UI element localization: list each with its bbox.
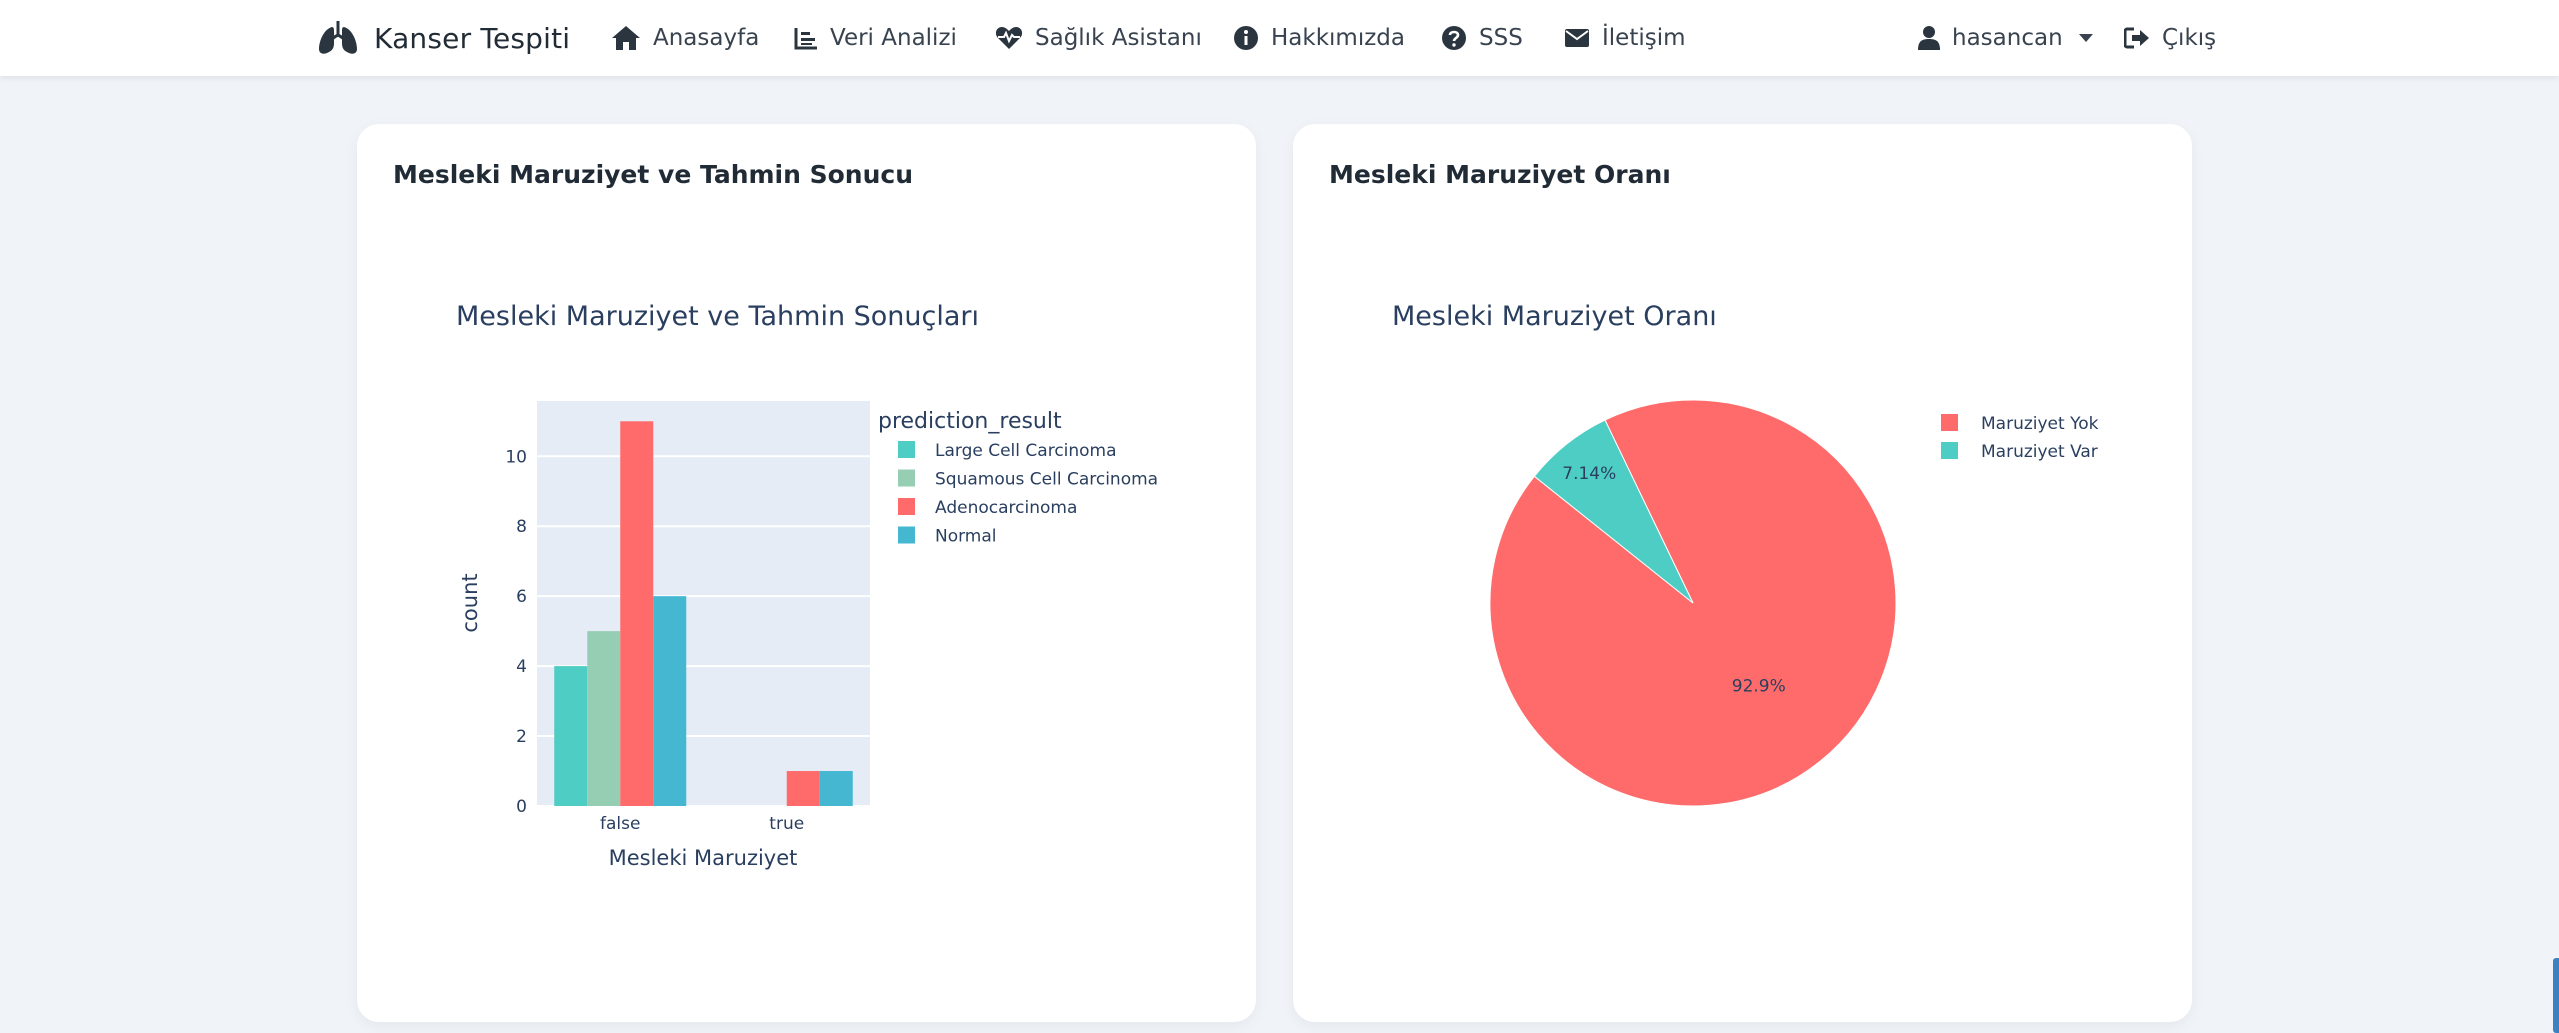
logout-link[interactable]: Çıkış (2124, 16, 2216, 60)
nav-link-saglik-asistani[interactable]: Sağlık Asistanı (995, 16, 1202, 60)
bar[interactable] (554, 666, 588, 806)
legend-item[interactable]: Maruziyet Yok (1981, 414, 2099, 434)
user-icon (1918, 26, 1940, 50)
heart-pulse-icon (995, 26, 1023, 50)
y-tick-label: 10 (505, 447, 527, 467)
nav-link-label: Anasayfa (653, 25, 760, 51)
logout-label: Çıkış (2162, 25, 2217, 51)
nav-link-label: Veri Analizi (830, 25, 957, 51)
legend-swatch (898, 526, 915, 544)
legend-swatch (898, 441, 915, 458)
y-tick-label: 4 (516, 657, 527, 677)
envelope-icon (1564, 28, 1590, 48)
x-tick-label: false (600, 814, 640, 834)
brand[interactable]: Kanser Tespiti (318, 16, 570, 60)
exposure-pie-card: Mesleki Maruziyet Oranı Mesleki Maruziye… (1293, 124, 2192, 1022)
legend-swatch (1941, 414, 1958, 431)
y-tick-label: 6 (516, 587, 527, 607)
navbar: Kanser Tespiti Anasayfa Veri Analizi Sağ… (0, 0, 2559, 76)
nav-link-label: İletişim (1602, 25, 1686, 51)
question-circle-icon (1441, 25, 1467, 51)
y-axis-title: count (458, 573, 482, 632)
legend: Maruziyet Yok Maruziyet Var (1941, 414, 2099, 462)
brand-title: Kanser Tespiti (374, 21, 571, 55)
nav-link-veri-analizi[interactable]: Veri Analizi (794, 16, 957, 60)
y-tick-label: 0 (516, 797, 527, 817)
slice-label: 7.14% (1562, 464, 1616, 484)
user-dropdown[interactable]: hasancan (1918, 16, 2093, 60)
username-label: hasancan (1952, 25, 2063, 51)
lungs-icon (318, 21, 358, 55)
legend: prediction_result Large Cell Carcinoma Sq… (878, 409, 1158, 547)
bar-chart: Mesleki Maruziyet ve Tahmin Sonuçları 0 2… (456, 301, 1158, 870)
legend-item[interactable]: Maruziyet Var (1981, 442, 2098, 462)
legend-title: prediction_result (878, 409, 1062, 434)
nav-link-label: Hakkımızda (1271, 25, 1405, 51)
bar[interactable] (587, 631, 621, 806)
legend-swatch (1941, 442, 1958, 459)
chart-area-icon (794, 26, 818, 50)
nav-link-label: Sağlık Asistanı (1035, 25, 1202, 51)
info-circle-icon (1233, 25, 1259, 51)
legend-item[interactable]: Large Cell Carcinoma (935, 441, 1117, 461)
nav-link-sss[interactable]: SSS (1441, 16, 1523, 60)
bar[interactable] (653, 596, 687, 806)
caret-down-icon (2078, 34, 2093, 42)
x-tick-label: true (769, 814, 804, 834)
nav-link-hakkimizda[interactable]: Hakkımızda (1233, 16, 1405, 60)
chart-title: Mesleki Maruziyet Oranı (1392, 301, 1717, 332)
legend-item[interactable]: Adenocarcinoma (935, 498, 1077, 518)
legend-swatch (898, 469, 915, 487)
nav-link-iletisim[interactable]: İletişim (1564, 16, 1686, 60)
bar[interactable] (620, 421, 654, 806)
exposure-bar-card: Mesleki Maruziyet ve Tahmin Sonucu Mesle… (357, 124, 1256, 1022)
y-tick-label: 2 (516, 727, 527, 747)
sign-out-icon (2124, 27, 2150, 49)
legend-swatch (898, 498, 915, 515)
legend-item[interactable]: Squamous Cell Carcinoma (935, 470, 1158, 490)
slice-label: 92.9% (1732, 677, 1786, 697)
y-tick-label: 8 (516, 517, 527, 537)
bar[interactable] (819, 771, 853, 806)
chart-title: Mesleki Maruziyet ve Tahmin Sonuçları (456, 301, 979, 332)
x-axis-title: Mesleki Maruziyet (609, 846, 798, 870)
nav-link-label: SSS (1479, 25, 1523, 51)
bar[interactable] (786, 771, 820, 806)
home-icon (611, 25, 641, 51)
nav-link-anasayfa[interactable]: Anasayfa (611, 16, 759, 60)
scrollbar-thumb[interactable] (2553, 958, 2559, 1033)
legend-item[interactable]: Normal (935, 527, 997, 547)
pie-chart: Mesleki Maruziyet Oranı 92.9% 7.14% Maruz… (1392, 301, 2099, 807)
